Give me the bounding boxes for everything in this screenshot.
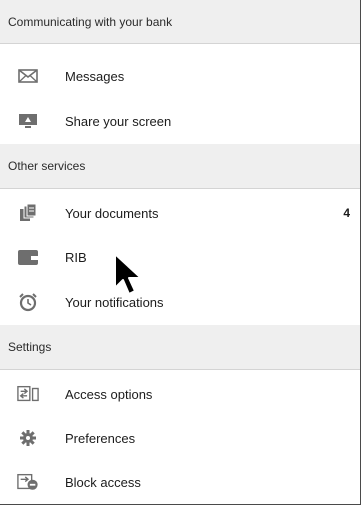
section-title: Settings (8, 340, 52, 354)
documents-count-badge: 4 (343, 206, 350, 220)
section-header-other-services: Other services (0, 144, 360, 189)
menu-item-your-documents[interactable]: Your documents 4 (0, 191, 360, 235)
menu-item-label: Messages (65, 68, 125, 84)
menu-item-label: Block access (65, 474, 141, 490)
menu-item-access-options[interactable]: Access options (0, 372, 360, 416)
menu-item-rib[interactable]: RIB (0, 235, 360, 279)
menu-item-preferences[interactable]: Preferences (0, 416, 360, 460)
section-header-settings: Settings (0, 325, 360, 370)
wallet-icon (17, 246, 39, 268)
section-title: Other services (8, 159, 86, 173)
documents-icon (17, 202, 39, 224)
menu-item-label: Your documents (65, 205, 159, 221)
menu-item-label: RIB (65, 249, 87, 265)
menu-item-label: Share your screen (65, 113, 172, 129)
menu-item-label: Access options (65, 386, 153, 402)
menu-item-label: Your notifications (65, 294, 164, 310)
menu-item-messages[interactable]: Messages (0, 54, 360, 98)
screen-share-icon (17, 110, 39, 132)
side-menu-panel: Communicating with your bank Messages Sh… (0, 0, 361, 505)
menu-item-your-notifications[interactable]: Your notifications (0, 280, 360, 324)
access-options-icon (17, 383, 39, 405)
gear-icon (17, 427, 39, 449)
menu-item-block-access[interactable]: Block access (0, 460, 360, 504)
menu-item-share-screen[interactable]: Share your screen (0, 99, 360, 143)
menu-item-label: Preferences (65, 430, 136, 446)
section-title: Communicating with your bank (8, 14, 173, 29)
section-header-communicating: Communicating with your bank (0, 0, 360, 44)
alarm-clock-icon (17, 291, 39, 313)
envelope-icon (17, 65, 39, 87)
block-access-icon (17, 471, 39, 493)
